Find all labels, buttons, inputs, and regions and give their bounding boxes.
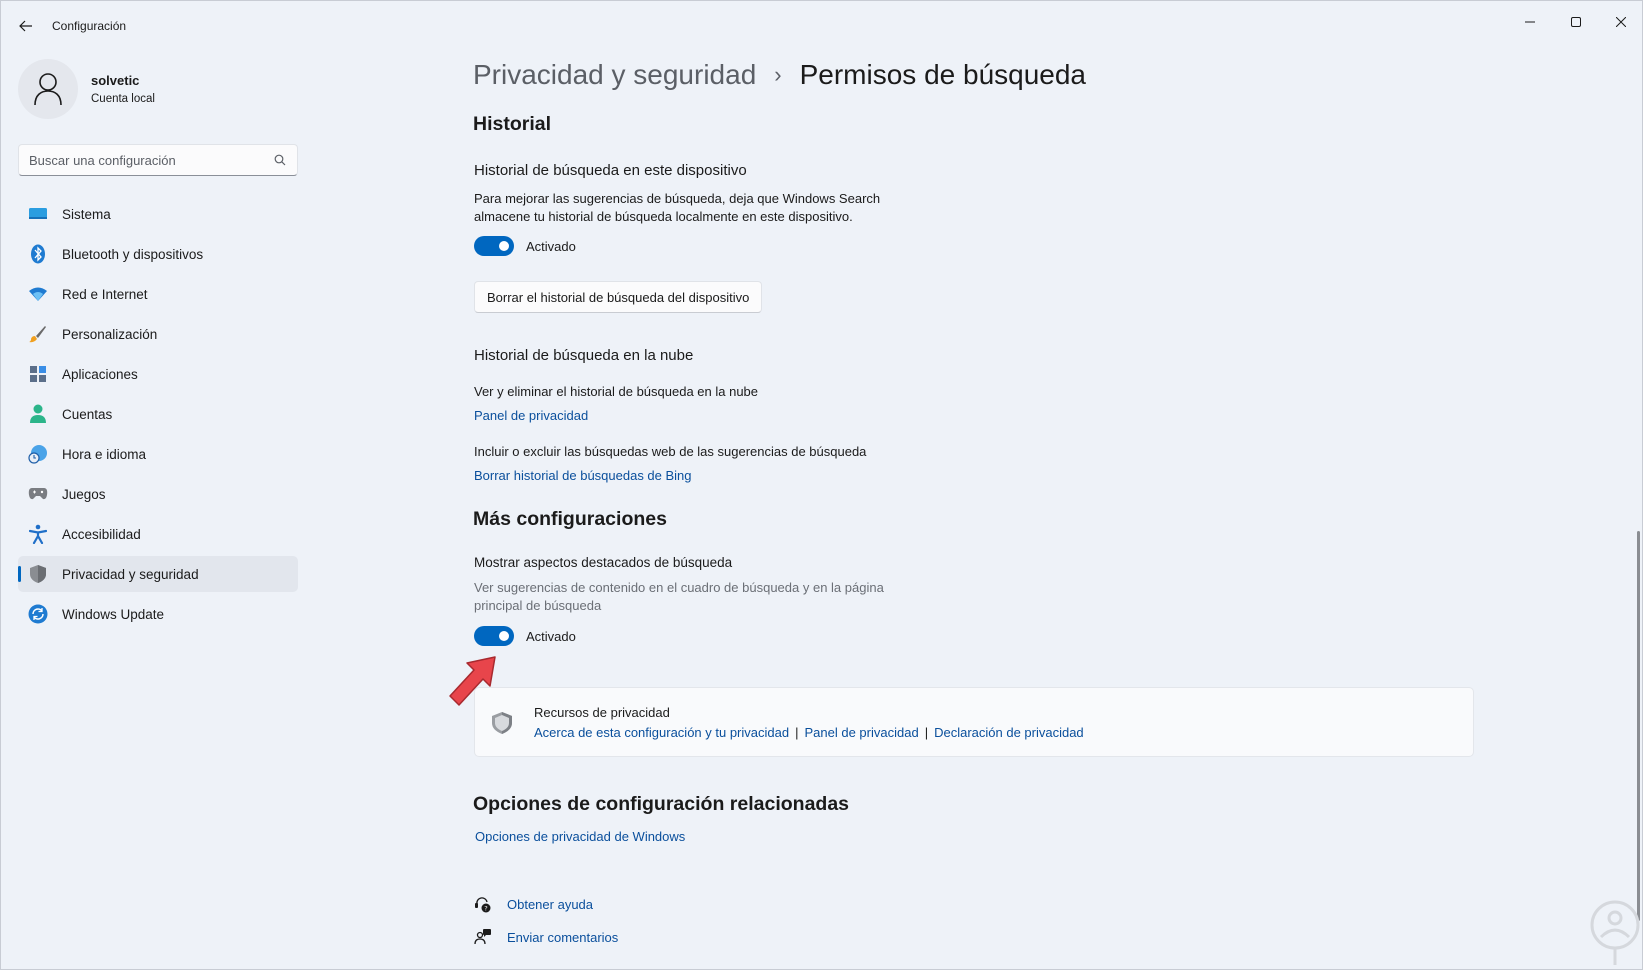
search-icon[interactable]	[273, 153, 287, 167]
search-highlights-toggle-row: Activado	[474, 626, 576, 646]
clock-globe-icon	[28, 444, 48, 464]
user-profile[interactable]: solvetic Cuenta local	[18, 59, 155, 119]
cloud-history-description: Ver y eliminar el historial de búsqueda …	[474, 384, 759, 399]
sidebar-item-label: Cuentas	[62, 406, 113, 422]
device-history-toggle[interactable]	[474, 236, 514, 256]
sidebar-item-label: Juegos	[62, 486, 106, 502]
privacy-dashboard-link[interactable]: Panel de privacidad	[474, 408, 588, 423]
close-icon	[1616, 17, 1626, 27]
privacy-resources-links: Acerca de esta configuración y tu privac…	[534, 725, 1084, 740]
accessibility-icon	[28, 524, 48, 544]
minimize-button[interactable]	[1507, 7, 1553, 37]
maximize-button[interactable]	[1553, 7, 1599, 37]
close-button[interactable]	[1598, 7, 1643, 37]
profile-name: solvetic	[91, 73, 140, 88]
device-history-description: Para mejorar las sugerencias de búsqueda…	[474, 191, 881, 224]
search-highlights-description: Ver sugerencias de contenido en el cuadr…	[474, 580, 884, 613]
back-arrow-icon	[19, 20, 32, 32]
toggle-knob	[499, 631, 509, 641]
search-highlights-title: Mostrar aspectos destacados de búsqueda	[474, 555, 733, 570]
link-separator: |	[924, 725, 929, 740]
shield-icon	[28, 564, 48, 584]
sidebar-item-accesibilidad[interactable]: Accesibilidad	[18, 516, 298, 552]
profile-account-type: Cuenta local	[91, 93, 155, 105]
privacy-statement-link[interactable]: Declaración de privacidad	[934, 725, 1084, 740]
clear-device-history-button[interactable]: Borrar el historial de búsqueda del disp…	[474, 281, 763, 313]
sidebar-item-juegos[interactable]: Juegos	[18, 476, 298, 512]
sidebar-item-hora[interactable]: Hora e idioma	[18, 436, 298, 472]
device-history-toggle-row: Activado	[474, 236, 576, 256]
sidebar-nav: Sistema Bluetooth y dispositivos Red e I…	[18, 196, 298, 636]
sidebar-item-label: Windows Update	[62, 606, 165, 622]
sidebar-item-label: Accesibilidad	[62, 526, 141, 542]
feedback-row[interactable]: Enviar comentarios	[473, 927, 618, 947]
update-icon	[28, 604, 48, 624]
app-title: Configuración	[52, 19, 127, 33]
system-icon	[28, 204, 48, 224]
sidebar-item-privacidad[interactable]: Privacidad y seguridad	[18, 556, 298, 592]
help-icon: ?	[473, 894, 493, 914]
breadcrumb-parent[interactable]: Privacidad y seguridad	[473, 59, 756, 91]
sidebar-item-red[interactable]: Red e Internet	[18, 276, 298, 312]
page-title: Permisos de búsqueda	[799, 59, 1087, 90]
privacy-dashboard-link[interactable]: Panel de privacidad	[804, 725, 918, 740]
section-heading-historial: Historial	[473, 113, 552, 135]
sidebar-item-label: Bluetooth y dispositivos	[62, 246, 204, 262]
maximize-icon	[1571, 17, 1581, 27]
minimize-icon	[1525, 21, 1535, 23]
privacy-resources-title: Recursos de privacidad	[534, 705, 670, 720]
windows-privacy-options-link[interactable]: Opciones de privacidad de Windows	[475, 829, 685, 844]
section-heading-related: Opciones de configuración relacionadas	[473, 793, 850, 815]
get-help-link[interactable]: Obtener ayuda	[507, 897, 593, 912]
apps-icon	[28, 364, 48, 384]
toggle-state-label: Activado	[526, 628, 576, 644]
toggle-state-label: Activado	[526, 238, 576, 254]
get-help-row[interactable]: ? Obtener ayuda	[473, 894, 593, 914]
scrollbar[interactable]	[1637, 531, 1640, 921]
link-separator: |	[795, 725, 799, 740]
sidebar-item-personalizacion[interactable]: Personalización	[18, 316, 298, 352]
sidebar-item-sistema[interactable]: Sistema	[18, 196, 298, 232]
breadcrumb: Privacidad y seguridad › Permisos de bús…	[473, 59, 1086, 91]
search-highlights-toggle[interactable]	[474, 626, 514, 646]
sidebar-item-cuentas[interactable]: Cuentas	[18, 396, 298, 432]
account-icon	[28, 404, 48, 424]
sidebar-item-aplicaciones[interactable]: Aplicaciones	[18, 356, 298, 392]
web-search-description: Incluir o excluir las búsquedas web de l…	[474, 444, 867, 459]
sidebar-item-label: Sistema	[62, 206, 111, 222]
avatar	[18, 59, 78, 119]
sidebar-item-label: Aplicaciones	[62, 366, 138, 382]
sidebar-item-bluetooth[interactable]: Bluetooth y dispositivos	[18, 236, 298, 272]
sidebar-item-label: Personalización	[62, 326, 158, 342]
gamepad-icon	[28, 484, 48, 504]
breadcrumb-separator: ›	[774, 62, 782, 87]
shield-icon	[489, 710, 515, 736]
title-bar: Configuración	[1, 1, 1642, 51]
send-feedback-link[interactable]: Enviar comentarios	[507, 930, 618, 945]
toggle-knob	[499, 241, 509, 251]
search-input[interactable]	[29, 152, 273, 168]
person-icon	[34, 73, 62, 106]
watermark-logo-icon	[1590, 900, 1640, 965]
about-settings-privacy-link[interactable]: Acerca de esta configuración y tu privac…	[534, 725, 789, 740]
clear-bing-history-link[interactable]: Borrar historial de búsquedas de Bing	[474, 468, 692, 483]
section-heading-more-settings: Más configuraciones	[473, 508, 667, 530]
annotation-arrow-icon	[449, 656, 496, 706]
bluetooth-icon	[28, 244, 48, 264]
sidebar-item-label: Privacidad y seguridad	[62, 566, 199, 582]
cloud-history-title: Historial de búsqueda en la nube	[474, 347, 694, 364]
privacy-resources-card: Recursos de privacidad Acerca de esta co…	[474, 687, 1474, 757]
search-box[interactable]	[18, 144, 298, 176]
svg-text:?: ?	[484, 905, 487, 913]
sidebar-item-label: Hora e idioma	[62, 446, 147, 462]
sidebar-item-label: Red e Internet	[62, 286, 148, 302]
device-history-title: Historial de búsqueda en este dispositiv…	[474, 162, 747, 179]
feedback-icon	[473, 927, 493, 947]
sidebar-item-windows-update[interactable]: Windows Update	[18, 596, 298, 632]
brush-icon	[28, 324, 48, 344]
wifi-icon	[28, 284, 48, 304]
settings-window: Configuración solvetic Cuenta local Busc…	[0, 0, 1643, 970]
back-button[interactable]	[15, 15, 37, 37]
